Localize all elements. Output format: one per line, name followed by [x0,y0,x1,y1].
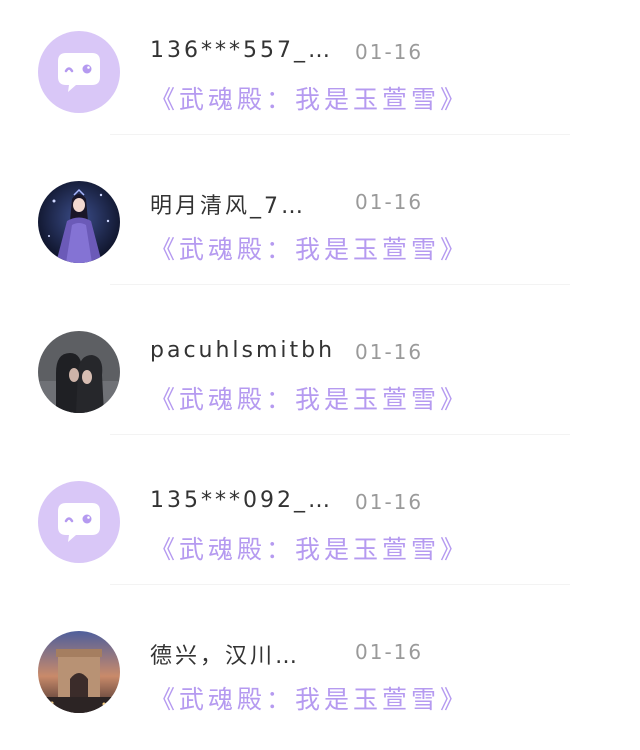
list-item[interactable]: 德兴，汉川… 01-16 《武魂殿：我是玉萱雪》 [0,600,640,750]
avatar[interactable] [38,481,120,563]
book-title: 《武魂殿：我是玉萱雪》 [150,85,470,114]
list-item[interactable]: 136***557_… 01-16 《武魂殿：我是玉萱雪》 [0,0,640,150]
book-title: 《武魂殿：我是玉萱雪》 [150,685,470,714]
divider [110,434,570,435]
divider [110,284,570,285]
book-title: 《武魂殿：我是玉萱雪》 [150,235,470,264]
arc-de-triomphe-avatar-icon [38,631,120,713]
message-date: 01-16 [355,190,424,214]
chat-bubble-icon [58,53,100,92]
list-item[interactable]: pacuhlsmitbh 01-16 《武魂殿：我是玉萱雪》 [0,300,640,450]
sender-name: pacuhlsmitbh [150,338,336,363]
avatar[interactable] [38,181,120,263]
message-date: 01-16 [355,640,424,664]
sender-name: 136***557_… [150,38,333,63]
avatar[interactable] [38,331,120,413]
divider [110,134,570,135]
sender-name: 明月清风_7… [150,194,306,219]
avatar[interactable] [38,631,120,713]
divider [110,584,570,585]
anime-girl-avatar-icon [38,181,120,263]
sender-name: 135***092_… [150,488,333,513]
message-list: 136***557_… 01-16 《武魂殿：我是玉萱雪》 明月清风_7… 01… [0,0,640,721]
sender-name: 德兴，汉川… [150,644,301,669]
message-date: 01-16 [355,40,424,64]
book-title: 《武魂殿：我是玉萱雪》 [150,385,470,414]
avatar[interactable] [38,31,120,113]
two-people-avatar-icon [38,331,120,413]
list-item[interactable]: 明月清风_7… 01-16 《武魂殿：我是玉萱雪》 [0,150,640,300]
message-date: 01-16 [355,340,424,364]
chat-bubble-icon [58,503,100,542]
list-item[interactable]: 135***092_… 01-16 《武魂殿：我是玉萱雪》 [0,450,640,600]
book-title: 《武魂殿：我是玉萱雪》 [150,535,470,564]
message-date: 01-16 [355,490,424,514]
